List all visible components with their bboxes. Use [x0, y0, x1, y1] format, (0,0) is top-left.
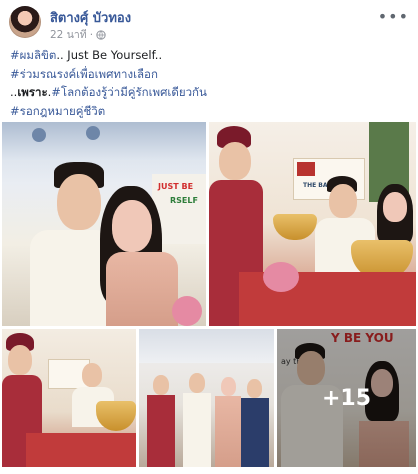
person-head: [247, 379, 262, 398]
post-text-segment: .. Just Be Yourself..: [56, 48, 163, 62]
meta-separator: ·: [89, 28, 94, 41]
person-body: [215, 396, 241, 467]
banner-text: JUST BE: [158, 182, 194, 191]
person-head: [189, 373, 205, 393]
flowers: [172, 296, 202, 326]
author-avatar[interactable]: [9, 6, 41, 38]
ceiling: [139, 329, 274, 363]
post-photo-4[interactable]: [139, 329, 274, 467]
post-text-line: #ร่วมรณรงค์เพื่อเพศทางเลือก: [10, 65, 410, 84]
post-photo-3[interactable]: [2, 329, 136, 467]
post-text-line: #ผมลิขิต.. Just Be Yourself..: [10, 46, 410, 65]
person-body: [183, 393, 211, 467]
post-text-line: ..เพราะ.#โลกต้องรู้ว่ามีคู่รักเพศเดียวกั…: [10, 83, 410, 102]
gold-bowl: [273, 214, 317, 240]
banner-text: RSELF: [170, 196, 198, 205]
person-head: [153, 375, 169, 395]
post-text-segment: เพราะ: [17, 85, 48, 99]
hashtag-link[interactable]: #รอกฎหมายคู่ชีวิต: [10, 104, 105, 118]
post-text-line: #รอกฎหมายคู่ชีวิต: [10, 102, 410, 121]
person-head: [82, 363, 102, 387]
author-name[interactable]: สิตางศุ์ บัวทอง: [50, 7, 131, 28]
person-head: [219, 142, 251, 180]
person-head: [221, 377, 236, 396]
flag: [297, 162, 315, 176]
post-photo-2[interactable]: THE BAZAAR: [209, 122, 416, 326]
person-body: [106, 252, 178, 326]
person-body: [241, 398, 269, 467]
post-text: #ผมลิขิต.. Just Be Yourself.. #ร่วมรณรงค์…: [10, 46, 410, 120]
post-photo-1[interactable]: JUST BE RSELF: [2, 122, 206, 326]
hashtag-link[interactable]: #ร่วมรณรงค์เพื่อเพศทางเลือก: [10, 67, 158, 81]
table-cloth: [26, 433, 136, 467]
person-head: [329, 184, 357, 218]
light-fixture: [32, 128, 46, 142]
more-photos-count: +15: [321, 385, 372, 411]
flowers: [263, 262, 299, 292]
post-meta: 22 นาที ·: [50, 26, 106, 43]
hashtag-link[interactable]: #ผมลิขิต: [10, 48, 56, 62]
person-head: [383, 192, 407, 222]
post-timestamp[interactable]: 22 นาที: [50, 26, 87, 43]
facebook-post: สิตางศุ์ บัวทอง 22 นาที · ••• #ผมลิขิต..…: [0, 0, 418, 474]
hashtag-link[interactable]: #โลกต้องรู้ว่ามีคู่รักเพศเดียวกัน: [51, 85, 207, 99]
light-fixture: [86, 126, 100, 140]
post-photo-5-more[interactable]: Y BE YOU ay the tra +15: [277, 329, 416, 467]
globe-icon[interactable]: [96, 29, 106, 40]
person-body: [147, 395, 175, 467]
person-head: [57, 174, 101, 230]
person-head: [8, 345, 32, 375]
person-head: [112, 200, 152, 252]
ceiling-lights: [2, 122, 206, 160]
more-options-icon[interactable]: •••: [378, 7, 409, 26]
more-photos-overlay[interactable]: +15: [277, 329, 416, 467]
